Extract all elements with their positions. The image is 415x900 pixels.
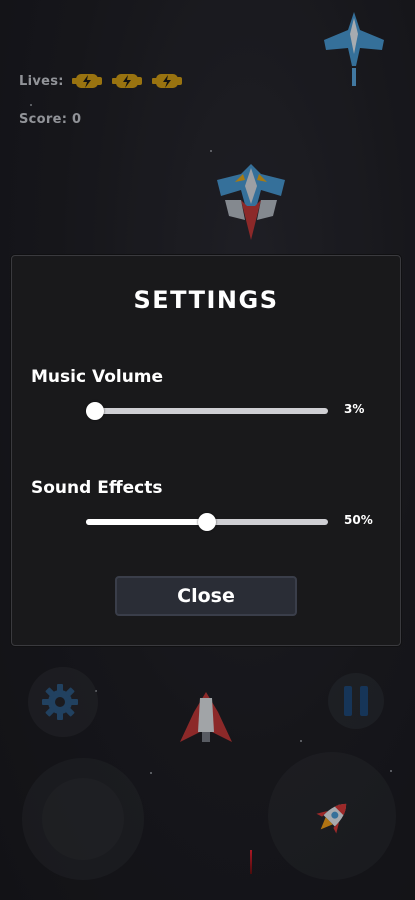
music-volume-label: Music Volume [31,367,164,387]
sound-effects-value: 50% [344,513,373,527]
settings-dialog: SETTINGS Music Volume 3% Sound Effects 5… [11,255,401,646]
sound-effects-slider[interactable] [86,513,328,531]
music-volume-value: 3% [344,402,365,416]
music-volume-slider[interactable] [86,402,328,420]
settings-title: SETTINGS [133,286,279,314]
music-volume-thumb[interactable] [86,402,104,420]
sound-effects-label: Sound Effects [31,478,163,498]
close-button[interactable]: Close [115,576,297,616]
sound-effects-thumb[interactable] [198,513,216,531]
sound-effects-fill [86,519,207,525]
